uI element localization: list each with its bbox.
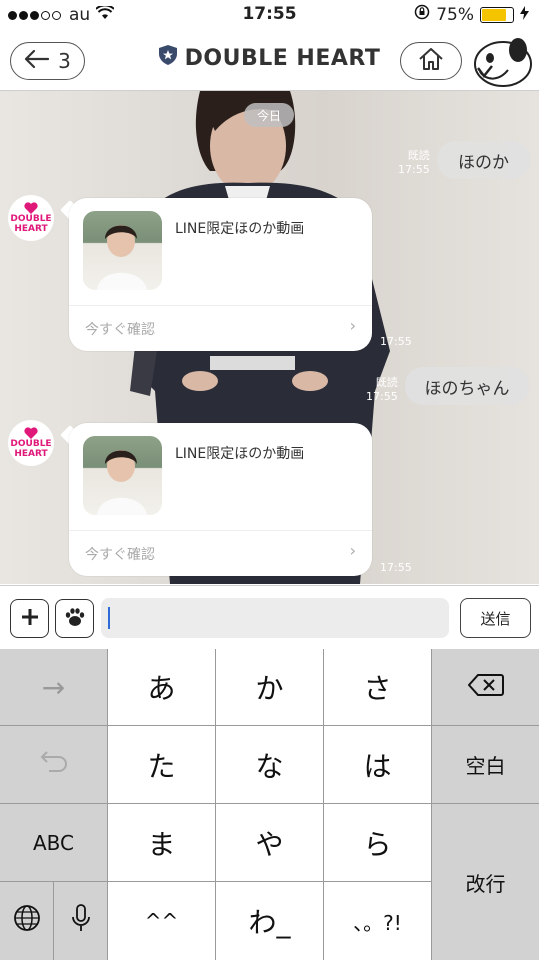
- heart-logo-icon: [24, 427, 38, 439]
- avatar-text-line: DOUBLE: [10, 439, 52, 449]
- key-ta[interactable]: た: [108, 726, 215, 803]
- add-button[interactable]: [10, 599, 49, 638]
- charging-icon: [520, 5, 529, 25]
- battery-percent: 75%: [436, 4, 474, 25]
- message-input[interactable]: [101, 598, 449, 638]
- message-meta: 既読 17:55: [366, 376, 398, 404]
- key-ka[interactable]: か: [216, 649, 323, 725]
- battery-icon: [480, 6, 514, 23]
- key-a[interactable]: あ: [108, 649, 215, 725]
- message-meta: 既読 17:55: [398, 149, 430, 177]
- message-time: 17:55: [366, 390, 398, 403]
- read-receipt: 既読: [407, 149, 430, 162]
- card-divider: [69, 530, 372, 531]
- abc-key[interactable]: ABC: [0, 804, 107, 881]
- home-button[interactable]: [400, 42, 462, 80]
- backspace-key[interactable]: [432, 649, 539, 725]
- avatar-text-line: HEART: [14, 224, 48, 234]
- plus-icon: [20, 607, 40, 631]
- globe-key[interactable]: [0, 882, 53, 960]
- punctuation-key[interactable]: 、。?!: [324, 882, 431, 960]
- date-separator: 今日: [244, 103, 294, 127]
- message-time: 17:55: [380, 561, 412, 574]
- key-ra[interactable]: ら: [324, 804, 431, 881]
- send-button[interactable]: 送信: [460, 598, 531, 638]
- outgoing-message[interactable]: ほのか: [437, 141, 530, 179]
- message-time: 17:55: [398, 163, 430, 176]
- chat-header: 3 DOUBLE HEART: [0, 30, 539, 91]
- status-bar: au 17:55 75%: [0, 0, 539, 30]
- space-key[interactable]: 空白: [432, 726, 539, 803]
- chevron-right-icon: ›: [349, 541, 356, 560]
- key-ha[interactable]: は: [324, 726, 431, 803]
- video-thumbnail[interactable]: [83, 211, 162, 290]
- card-title: LINE限定ほのか動画: [175, 221, 305, 237]
- undo-key[interactable]: [0, 726, 107, 803]
- backspace-icon: [467, 671, 504, 704]
- orientation-lock-icon: [414, 4, 430, 25]
- home-icon: [417, 47, 445, 75]
- mic-key[interactable]: [54, 882, 107, 960]
- sticker-button[interactable]: [55, 599, 94, 638]
- message-input-bar: 送信: [0, 585, 539, 650]
- heart-logo-icon: [24, 202, 38, 214]
- kaomoji-key[interactable]: ^^: [108, 882, 215, 960]
- sender-avatar[interactable]: DOUBLE HEART: [8, 195, 54, 241]
- paw-icon: [64, 607, 86, 631]
- snoopy-sticker-icon[interactable]: [470, 36, 534, 88]
- microphone-icon: [71, 903, 91, 940]
- sender-avatar[interactable]: DOUBLE HEART: [8, 420, 54, 466]
- chat-title-text: DOUBLE HEART: [184, 45, 381, 71]
- confirm-link[interactable]: 今すぐ確認: [85, 544, 155, 564]
- key-ya[interactable]: や: [216, 804, 323, 881]
- key-ma[interactable]: ま: [108, 804, 215, 881]
- card-divider: [69, 305, 372, 306]
- enter-key[interactable]: 改行: [432, 804, 539, 960]
- avatar-text-line: HEART: [14, 449, 48, 459]
- key-wa[interactable]: わ_: [216, 882, 323, 960]
- key-sa[interactable]: さ: [324, 649, 431, 725]
- key-na[interactable]: な: [216, 726, 323, 803]
- card-title: LINE限定ほのか動画: [175, 446, 305, 462]
- read-receipt: 既読: [375, 376, 398, 389]
- next-candidate-key[interactable]: →: [0, 649, 107, 725]
- keyboard: → あ か さ た な は 空白 ABC ま や ら 改行 ^^ わ_ 、。?!: [0, 649, 539, 960]
- chevron-right-icon: ›: [349, 316, 356, 335]
- shield-star-icon: [158, 45, 177, 71]
- video-thumbnail[interactable]: [83, 436, 162, 515]
- message-time: 17:55: [380, 335, 412, 348]
- undo-icon: [39, 748, 69, 781]
- confirm-link[interactable]: 今すぐ確認: [85, 319, 155, 339]
- outgoing-message[interactable]: ほのちゃん: [405, 367, 529, 405]
- video-card[interactable]: LINE限定ほのか動画 今すぐ確認 ›: [69, 423, 372, 576]
- avatar-text-line: DOUBLE: [10, 214, 52, 224]
- video-card[interactable]: LINE限定ほのか動画 今すぐ確認 ›: [69, 198, 372, 351]
- message-text: ほのか: [458, 152, 509, 173]
- message-text: ほのちゃん: [424, 378, 510, 399]
- text-cursor: [108, 607, 110, 629]
- globe-icon: [13, 904, 41, 939]
- chat-area[interactable]: 今日 既読 17:55 ほのか DOUBLE HEART LINE限定ほのか動画…: [0, 91, 539, 584]
